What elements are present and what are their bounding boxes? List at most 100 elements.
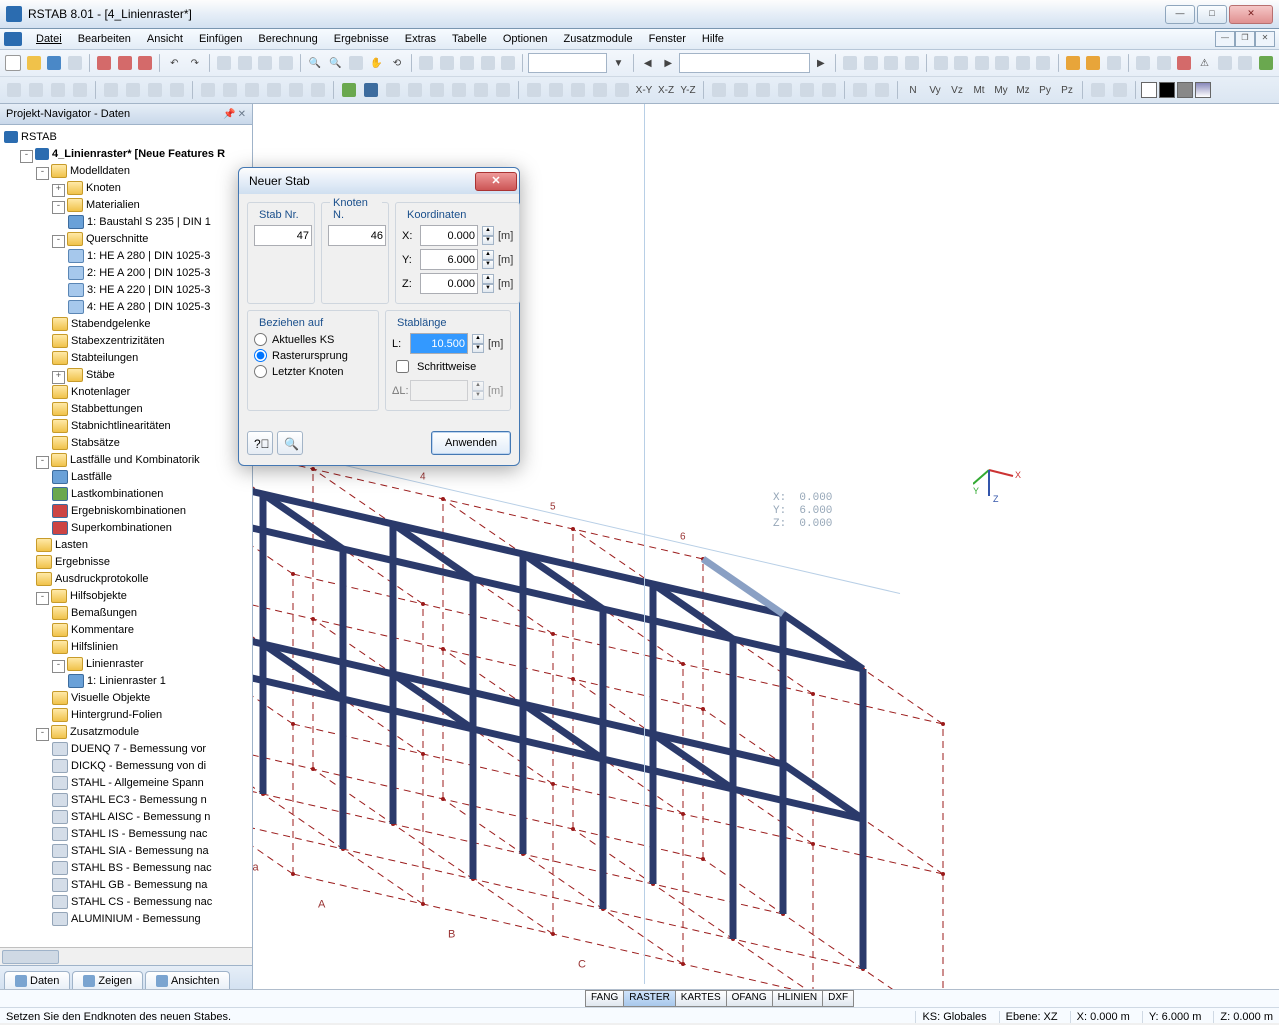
tb-icon[interactable] <box>850 80 870 100</box>
tb-icon[interactable] <box>235 53 253 73</box>
expand-icon[interactable]: - <box>36 728 49 741</box>
tb-icon[interactable] <box>417 53 435 73</box>
tree-qs-1[interactable]: 1: HE A 280 | DIN 1025-3 <box>87 250 210 262</box>
tree-kommentare[interactable]: Kommentare <box>71 624 134 636</box>
l-input[interactable] <box>410 333 468 354</box>
tb-icon[interactable]: N <box>903 80 923 100</box>
expand-icon[interactable]: - <box>20 150 33 163</box>
tb-icon[interactable] <box>215 53 233 73</box>
z-input[interactable] <box>420 273 478 294</box>
tb-icon[interactable] <box>1014 53 1032 73</box>
tb-loadcase-dropdown[interactable] <box>679 53 809 73</box>
tb-icon[interactable] <box>256 53 274 73</box>
tree-lastfaelle[interactable]: Lastfälle <box>71 471 112 483</box>
tb-icon[interactable] <box>493 80 513 100</box>
tree-hilfslinien[interactable]: Hilfslinien <box>71 641 118 653</box>
dialog-apply-button[interactable]: Anwenden <box>431 431 511 455</box>
menu-app-icon[interactable] <box>4 32 22 46</box>
tb-icon[interactable]: Mt <box>969 80 989 100</box>
status-toggle-raster[interactable]: RASTER <box>623 990 676 1007</box>
tree-module[interactable]: STAHL EC3 - Bemessung n <box>71 794 207 806</box>
radio-letzter-knoten[interactable]: Letzter Knoten <box>254 365 372 378</box>
status-toggle-ofang[interactable]: OFANG <box>726 990 773 1007</box>
tb-undo-icon[interactable]: ↶ <box>165 53 183 73</box>
status-toggle-kartes[interactable]: KARTES <box>675 990 727 1007</box>
tb-icon[interactable] <box>115 53 133 73</box>
tree-materialien[interactable]: Materialien <box>86 199 140 211</box>
tree-stabnichtlinearitaten[interactable]: Stabnichtlinearitäten <box>71 420 171 432</box>
tb-icon[interactable] <box>70 80 90 100</box>
tb-icon[interactable]: Pz <box>1057 80 1077 100</box>
tb-icon[interactable] <box>1110 80 1130 100</box>
tb-icon[interactable] <box>1216 53 1234 73</box>
nav-tab-zeigen[interactable]: Zeigen <box>72 971 143 990</box>
tb-icon[interactable] <box>775 80 795 100</box>
menu-zusatzmodule[interactable]: Zusatzmodule <box>556 31 641 47</box>
tb-icon[interactable] <box>167 80 187 100</box>
mdi-restore-button[interactable]: ❐ <box>1235 31 1255 47</box>
tb-rotate-icon[interactable]: ⟲ <box>388 53 406 73</box>
tb-icon[interactable] <box>861 53 879 73</box>
expand-icon[interactable]: - <box>52 235 65 248</box>
tb-icon[interactable]: Y-Z <box>678 80 698 100</box>
mdi-close-button[interactable]: ✕ <box>1255 31 1275 47</box>
tb-icon[interactable] <box>242 80 262 100</box>
tb-dropdown[interactable] <box>528 53 607 73</box>
tree-material-1[interactable]: 1: Baustahl S 235 | DIN 1 <box>87 216 211 228</box>
tb-icon[interactable] <box>902 53 920 73</box>
menu-optionen[interactable]: Optionen <box>495 31 556 47</box>
tb-zoom-out-icon[interactable]: 🔍 <box>326 53 344 73</box>
tb-icon[interactable]: Mz <box>1013 80 1033 100</box>
expand-icon[interactable]: + <box>52 371 65 384</box>
tree-lasten[interactable]: Lasten <box>55 539 88 551</box>
tb-icon[interactable]: ▶ <box>812 53 830 73</box>
navigator-close-icon[interactable]: ✕ <box>238 109 246 120</box>
tb-icon[interactable] <box>1088 80 1108 100</box>
nav-tab-ansichten[interactable]: Ansichten <box>145 971 230 990</box>
tb-new-icon[interactable] <box>4 53 22 73</box>
menu-datei[interactable]: Datei <box>28 31 70 47</box>
menu-bearbeiten[interactable]: Bearbeiten <box>70 31 139 47</box>
tb-icon[interactable] <box>145 80 165 100</box>
schrittweise-checkbox[interactable]: Schrittweise <box>392 357 504 376</box>
tb-icon[interactable] <box>731 80 751 100</box>
y-spinner[interactable]: ▲▼ <box>482 250 494 269</box>
tree-qs-4[interactable]: 4: HE A 280 | DIN 1025-3 <box>87 301 210 313</box>
x-input[interactable] <box>420 225 478 246</box>
tree-querschnitte[interactable]: Querschnitte <box>86 233 148 245</box>
tree-module[interactable]: STAHL BS - Bemessung nac <box>71 862 212 874</box>
tb-icon[interactable] <box>709 80 729 100</box>
expand-icon[interactable]: - <box>52 201 65 214</box>
tb-icon[interactable] <box>1063 53 1081 73</box>
tb-icon[interactable] <box>499 53 517 73</box>
tree-zusatzmodule[interactable]: Zusatzmodule <box>70 726 139 738</box>
tb-icon[interactable] <box>101 80 121 100</box>
expand-icon[interactable]: + <box>52 184 65 197</box>
tb-icon[interactable] <box>123 80 143 100</box>
tb-icon[interactable] <box>48 80 68 100</box>
dialog-help-button[interactable]: ?⃝ <box>247 431 273 455</box>
tb-icon[interactable]: X-Z <box>656 80 676 100</box>
status-toggle-fang[interactable]: FANG <box>585 990 624 1007</box>
minimize-button[interactable]: — <box>1165 5 1195 24</box>
tree-qs-2[interactable]: 2: HE A 200 | DIN 1025-3 <box>87 267 210 279</box>
tb-icon[interactable] <box>286 80 306 100</box>
z-spinner[interactable]: ▲▼ <box>482 274 494 293</box>
tb-print-icon[interactable] <box>65 53 83 73</box>
l-spinner[interactable]: ▲▼ <box>472 334 484 353</box>
tb-icon[interactable] <box>524 80 544 100</box>
tree-linienraster[interactable]: Linienraster <box>86 658 143 670</box>
tree-module[interactable]: STAHL AISC - Bemessung n <box>71 811 210 823</box>
tb-icon[interactable] <box>220 80 240 100</box>
tb-icon[interactable] <box>1034 53 1052 73</box>
status-toggle-dxf[interactable]: DXF <box>822 990 854 1007</box>
tb-icon[interactable] <box>276 53 294 73</box>
tb-bgcolor[interactable] <box>1159 82 1175 98</box>
navigator-hscroll[interactable] <box>0 947 252 965</box>
tb-icon[interactable] <box>449 80 469 100</box>
tree-lastfaelle-k[interactable]: Lastfälle und Kombinatorik <box>70 454 200 466</box>
tb-member-icon[interactable] <box>361 80 381 100</box>
tb-icon[interactable] <box>797 80 817 100</box>
tb-calculator-icon[interactable] <box>1236 53 1254 73</box>
tree-module[interactable]: DUENQ 7 - Bemessung vor <box>71 743 206 755</box>
